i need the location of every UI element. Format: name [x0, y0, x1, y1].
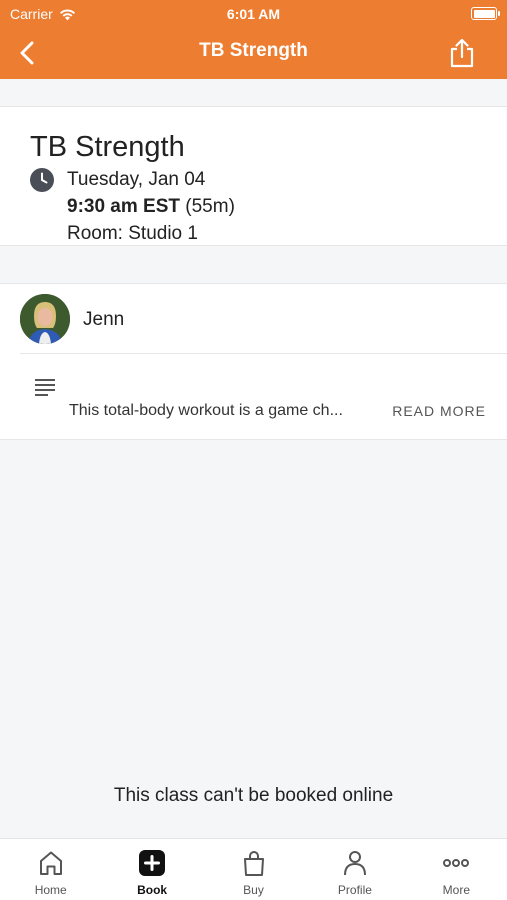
clock-icon [30, 168, 54, 192]
read-more-link[interactable]: READ MORE [392, 403, 486, 419]
class-time: 9:30 am EST [67, 196, 180, 217]
text-lines-icon [35, 379, 55, 396]
divider [20, 353, 507, 354]
header-bar: Carrier 6:01 AM TB Strength [0, 0, 507, 79]
status-bar: Carrier 6:01 AM [0, 0, 507, 28]
class-time-row: 9:30 am EST (55m) [67, 196, 235, 218]
class-room: Room: Studio 1 [67, 223, 198, 244]
tab-buy-label: Buy [243, 883, 264, 897]
shopping-bag-icon [243, 851, 264, 876]
person-icon [343, 851, 366, 876]
tab-more-label: More [442, 883, 470, 897]
tab-bar: Home Book Buy Profile More [0, 838, 507, 900]
staff-name[interactable]: Jenn [83, 309, 124, 331]
status-time: 6:01 AM [226, 6, 281, 22]
class-name: TB Strength [30, 131, 185, 163]
home-icon [39, 851, 62, 875]
tab-profile-label: Profile [337, 883, 372, 897]
staff-description-card: Jenn This total-body workout is a game c… [0, 283, 507, 440]
nav-row: TB Strength [0, 28, 507, 79]
booking-note: This class can't be booked online [113, 785, 394, 806]
page-title: TB Strength [199, 40, 308, 61]
avatar[interactable] [20, 294, 70, 344]
class-duration: (55m) [185, 196, 235, 217]
tab-home-label: Home [34, 883, 67, 897]
description-text: This total-body workout is a game ch... [69, 402, 343, 419]
tab-buy[interactable]: Buy [203, 839, 304, 900]
tab-profile[interactable]: Profile [304, 839, 405, 900]
class-date: Tuesday, Jan 04 [67, 169, 206, 190]
battery-icon [471, 7, 500, 20]
share-button[interactable] [445, 34, 479, 72]
tab-more[interactable]: More [406, 839, 507, 900]
plus-square-icon [139, 850, 166, 876]
more-dots-icon [443, 859, 470, 867]
tab-book[interactable]: Book [101, 839, 202, 900]
share-icon [450, 38, 474, 68]
staff-photo [20, 294, 70, 344]
class-info-card: TB Strength Tuesday, Jan 04 9:30 am EST … [0, 106, 507, 246]
tab-book-label: Book [137, 883, 168, 897]
tab-home[interactable]: Home [0, 839, 101, 900]
